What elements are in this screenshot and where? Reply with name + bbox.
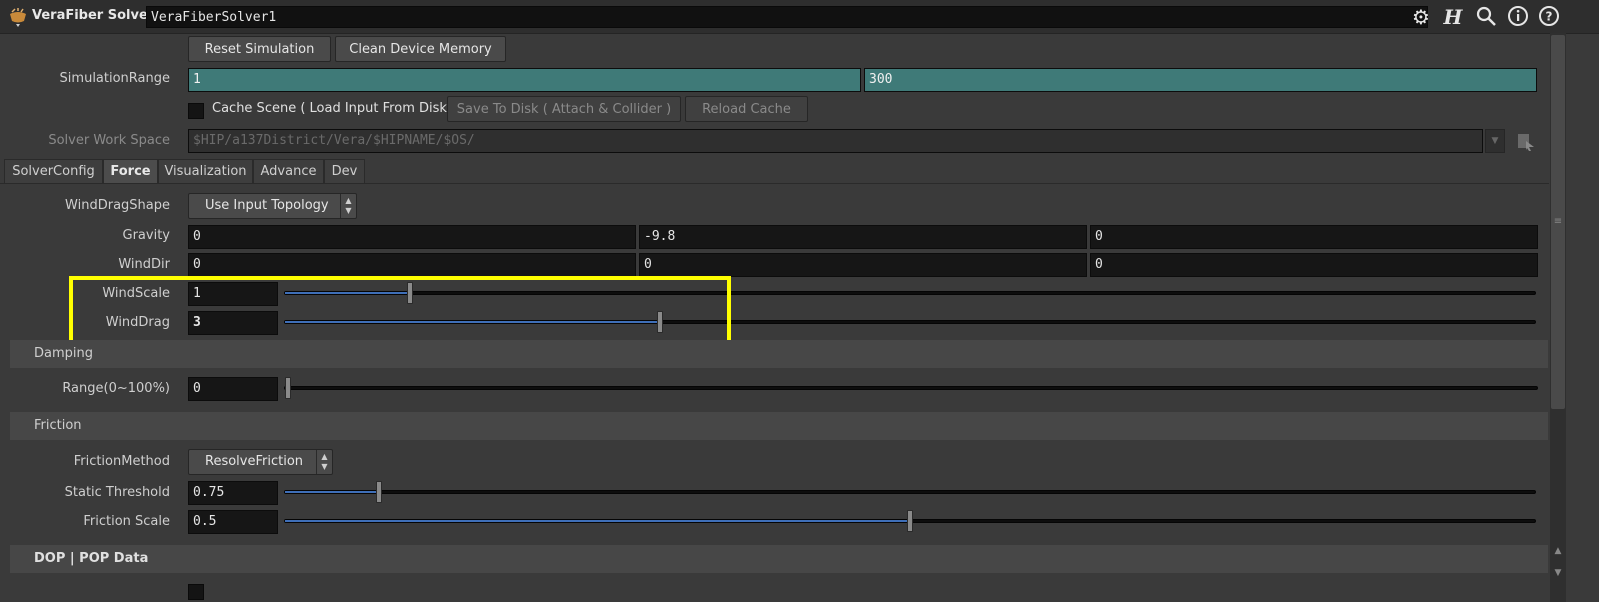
wind-drag-slider-handle[interactable]: [657, 311, 663, 333]
friction-scale-slider-fill: [285, 520, 910, 522]
houdini-h-icon[interactable]: H: [1441, 5, 1465, 29]
solver-work-space-field[interactable]: $HIP/a137District/Vera/$HIPNAME/$OS/: [188, 129, 1483, 153]
wind-scale-slider[interactable]: [284, 282, 1536, 304]
save-to-disk-button[interactable]: Save To Disk ( Attach & Collider ): [447, 96, 681, 122]
partial-checkbox[interactable]: [188, 584, 204, 600]
chevron-down-icon[interactable]: ▼: [1485, 129, 1505, 153]
wind-scale-slider-fill: [285, 292, 410, 294]
friction-method-label: FrictionMethod: [73, 454, 170, 469]
node-name-input[interactable]: VeraFiberSolver1: [146, 6, 1428, 28]
friction-scale-slider[interactable]: [284, 510, 1536, 532]
simulation-range-end-field[interactable]: 300: [864, 68, 1537, 92]
damping-range-field[interactable]: 0: [188, 377, 278, 401]
node-icon[interactable]: [8, 7, 28, 27]
static-threshold-slider-fill: [285, 491, 379, 493]
search-icon[interactable]: [1474, 5, 1498, 29]
static-threshold-label: Static Threshold: [64, 485, 170, 500]
friction-scale-label: Friction Scale: [83, 514, 170, 529]
damping-range-slider-handle[interactable]: [285, 377, 291, 399]
svg-text:?: ?: [1546, 10, 1553, 24]
dropdown-arrows-icon: ▲ ▼: [316, 450, 332, 474]
node-type-label: VeraFiber Solver: [32, 8, 155, 23]
gravity-x-field[interactable]: 0: [188, 225, 636, 249]
clean-device-memory-button[interactable]: Clean Device Memory: [335, 36, 506, 62]
simulation-range-label: SimulationRange: [59, 71, 170, 86]
solver-work-space-label: Solver Work Space: [48, 133, 170, 148]
simulation-range-start-field[interactable]: 1: [188, 68, 861, 92]
wind-drag-slider[interactable]: [284, 311, 1536, 333]
static-threshold-slider-handle[interactable]: [376, 481, 382, 503]
wind-drag-shape-value: Use Input Topology: [205, 198, 329, 213]
damping-range-slider[interactable]: [284, 377, 1538, 399]
friction-section-title: Friction: [34, 418, 82, 433]
help-icon[interactable]: ?: [1537, 5, 1561, 29]
dropdown-arrows-icon: ▲ ▼: [340, 194, 356, 218]
wind-drag-label: WindDrag: [105, 315, 170, 330]
dop-pop-data-section-title: DOP | POP Data: [34, 551, 149, 566]
friction-section-header[interactable]: [10, 412, 1548, 440]
scroll-down-icon[interactable]: ▼: [1552, 568, 1564, 578]
wind-scale-label: WindScale: [102, 286, 170, 301]
gravity-z-field[interactable]: 0: [1090, 225, 1538, 249]
tab-advance[interactable]: Advance: [253, 159, 324, 184]
wind-drag-field[interactable]: 3: [188, 311, 278, 335]
tab-dev[interactable]: Dev: [324, 159, 365, 184]
reset-simulation-button[interactable]: Reset Simulation: [188, 36, 331, 62]
cache-scene-label: Cache Scene ( Load Input From Disk ): [212, 101, 457, 116]
scroll-up-icon[interactable]: ▲: [1552, 546, 1564, 556]
scrollbar-grip-icon: ≡: [1553, 216, 1563, 227]
friction-method-dropdown[interactable]: ResolveFriction ▲ ▼: [188, 449, 333, 475]
gravity-y-field[interactable]: -9.8: [639, 225, 1087, 249]
damping-section-title: Damping: [34, 346, 93, 361]
friction-scale-field[interactable]: 0.5: [188, 510, 278, 534]
wind-dir-z-field[interactable]: 0: [1090, 253, 1538, 277]
tab-solverconfig[interactable]: SolverConfig: [4, 159, 103, 184]
cache-scene-checkbox[interactable]: [188, 103, 204, 119]
tab-visualization[interactable]: Visualization: [158, 159, 253, 184]
friction-scale-slider-handle[interactable]: [907, 510, 913, 532]
info-icon[interactable]: [1506, 5, 1530, 29]
static-threshold-field[interactable]: 0.75: [188, 481, 278, 505]
wind-scale-field[interactable]: 1: [188, 282, 278, 306]
wind-drag-shape-label: WindDragShape: [65, 198, 170, 213]
wind-drag-shape-dropdown[interactable]: Use Input Topology ▲ ▼: [188, 193, 357, 219]
static-threshold-slider[interactable]: [284, 481, 1536, 503]
wind-dir-label: WindDir: [118, 257, 170, 272]
wind-drag-slider-fill: [285, 321, 660, 323]
dop-pop-data-section-header[interactable]: [10, 545, 1548, 573]
damping-section-header[interactable]: [10, 340, 1548, 368]
wind-scale-slider-handle[interactable]: [407, 282, 413, 304]
tab-force[interactable]: Force: [103, 159, 158, 184]
friction-method-value: ResolveFriction: [205, 454, 304, 469]
file-chooser-icon[interactable]: [1516, 131, 1536, 151]
wind-dir-x-field[interactable]: 0: [188, 253, 636, 277]
wind-dir-y-field[interactable]: 0: [639, 253, 1087, 277]
damping-range-label: Range(0~100%): [62, 381, 170, 396]
reload-cache-button[interactable]: Reload Cache: [685, 96, 808, 122]
gravity-label: Gravity: [122, 228, 170, 243]
gear-icon[interactable]: ⚙: [1409, 5, 1433, 29]
